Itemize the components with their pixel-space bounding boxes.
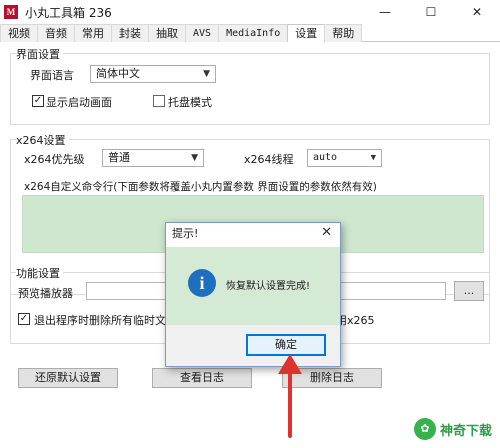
watermark-logo-icon: ✿ bbox=[413, 418, 436, 440]
threads-label: x264线程 bbox=[244, 153, 294, 166]
interface-settings-title: 界面设置 bbox=[16, 46, 63, 62]
chevron-down-icon: ▼ bbox=[370, 153, 376, 163]
tab-extract[interactable]: 抽取 bbox=[148, 24, 186, 42]
tab-mux[interactable]: 封装 bbox=[111, 24, 149, 42]
watermark: ✿ 神奇下载 bbox=[413, 418, 492, 440]
priority-value: 普通 bbox=[108, 151, 130, 164]
minimize-button[interactable]: — bbox=[362, 0, 408, 24]
chevron-down-icon: ▼ bbox=[203, 69, 210, 79]
tab-help[interactable]: 帮助 bbox=[324, 24, 363, 42]
priority-select[interactable]: 普通 ▼ bbox=[102, 149, 204, 167]
window-title: 小丸工具箱 236 bbox=[25, 5, 112, 20]
dialog-message: 恢复默认设置完成! bbox=[226, 281, 311, 292]
watermark-text: 神奇下载 bbox=[439, 423, 492, 439]
tray-mode-checkbox[interactable] bbox=[153, 95, 165, 107]
tab-mediainfo[interactable]: MediaInfo bbox=[218, 24, 289, 42]
tray-mode-label: 托盘模式 bbox=[168, 96, 212, 109]
x265-partial-label: 用x265 bbox=[336, 314, 375, 327]
custom-cmd-label: x264自定义命令行(下面参数将覆盖小丸内置参数 界面设置的参数依然有效) bbox=[24, 181, 377, 193]
tab-common[interactable]: 常用 bbox=[74, 24, 112, 42]
threads-value: auto bbox=[313, 152, 338, 163]
delete-temp-label: 退出程序时删除所有临时文件 bbox=[34, 314, 177, 327]
tab-video[interactable]: 视频 bbox=[0, 24, 38, 42]
title-bar: M 小丸工具箱 236 — ☐ ✕ bbox=[0, 0, 500, 24]
function-settings-title: 功能设置 bbox=[16, 265, 63, 281]
tab-bar: 视频 音频 常用 封装 抽取 AVS MediaInfo 设置 帮助 bbox=[0, 24, 500, 43]
message-dialog: 提示! ✕ i 恢复默认设置完成! 确定 bbox=[165, 222, 341, 367]
dialog-title: 提示! bbox=[166, 223, 340, 245]
dialog-close-icon[interactable]: ✕ bbox=[321, 225, 332, 240]
tab-settings[interactable]: 设置 bbox=[287, 24, 326, 43]
info-icon: i bbox=[188, 269, 216, 297]
tab-avs[interactable]: AVS bbox=[185, 24, 220, 42]
annotation-arrow-icon bbox=[278, 354, 302, 438]
show-splash-checkbox[interactable]: ✓ bbox=[32, 95, 44, 107]
view-log-button[interactable]: 查看日志 bbox=[152, 368, 252, 388]
dialog-footer: 确定 bbox=[166, 325, 340, 366]
language-label: 界面语言 bbox=[30, 69, 74, 82]
threads-select[interactable]: auto ▼ bbox=[307, 149, 382, 167]
close-button[interactable]: ✕ bbox=[454, 0, 500, 24]
maximize-button[interactable]: ☐ bbox=[408, 0, 454, 24]
app-icon: M bbox=[4, 5, 18, 19]
dialog-body: i 恢复默认设置完成! bbox=[166, 247, 340, 325]
chevron-down-icon: ▼ bbox=[191, 153, 198, 163]
preview-player-label: 预览播放器 bbox=[18, 287, 73, 300]
priority-label: x264优先级 bbox=[24, 153, 85, 166]
restore-defaults-button[interactable]: 还原默认设置 bbox=[18, 368, 118, 388]
interface-settings-group bbox=[10, 53, 490, 125]
window-controls: — ☐ ✕ bbox=[362, 0, 500, 24]
delete-temp-checkbox[interactable]: ✓ bbox=[18, 313, 30, 325]
language-select[interactable]: 简体中文 ▼ bbox=[90, 65, 216, 83]
show-splash-label: 显示启动画面 bbox=[46, 96, 112, 109]
tab-audio[interactable]: 音频 bbox=[37, 24, 75, 42]
language-value: 简体中文 bbox=[96, 67, 140, 80]
x264-settings-title: x264设置 bbox=[16, 132, 69, 148]
browse-button[interactable]: ... bbox=[454, 281, 484, 301]
